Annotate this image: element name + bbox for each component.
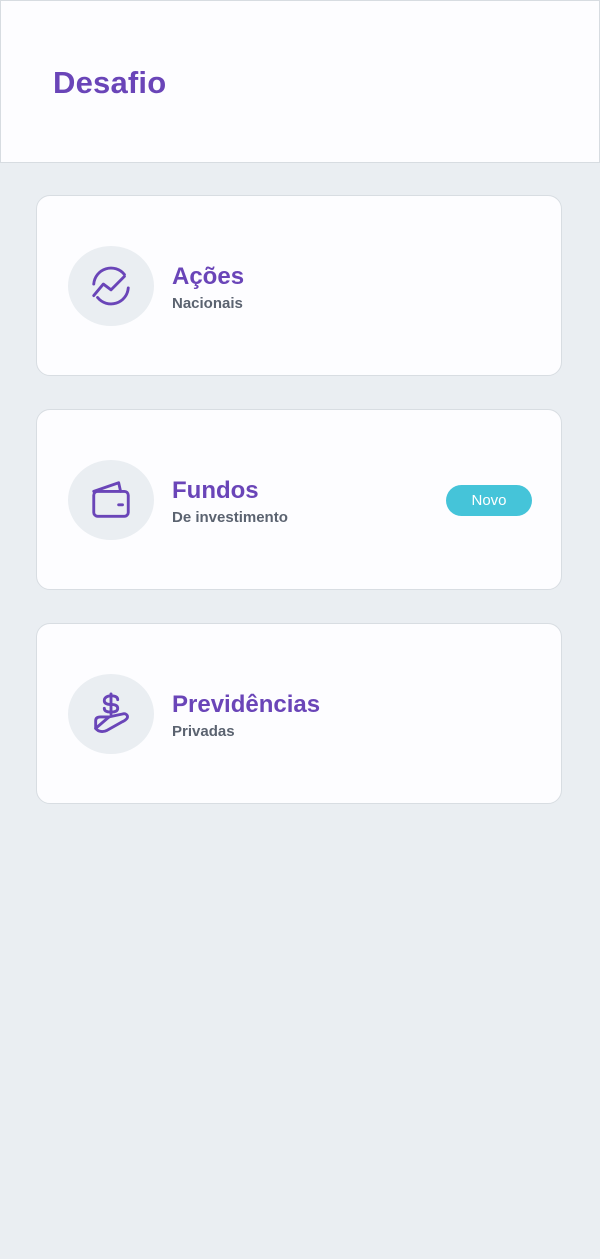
card-subtitle: Nacionais — [172, 295, 243, 312]
chart-circle-icon — [92, 266, 130, 306]
card-title: Ações — [172, 263, 245, 290]
page-title: Desafio — [53, 65, 167, 100]
icon-circle — [68, 246, 154, 326]
card-fundos[interactable]: Fundos De investimento Novo — [36, 409, 562, 590]
card-title: Previdências — [172, 691, 321, 718]
dollar-hand-icon — [94, 692, 129, 733]
card-subtitle: Privadas — [172, 723, 235, 740]
app-header: Desafio — [0, 0, 600, 163]
new-badge: Novo — [446, 485, 532, 516]
card-previdencias[interactable]: Previdências Privadas — [36, 623, 562, 804]
card-acoes[interactable]: Ações Nacionais — [36, 195, 562, 376]
card-title: Fundos — [172, 477, 259, 504]
icon-circle — [68, 460, 154, 540]
icon-circle — [68, 674, 154, 754]
wallet-icon — [92, 481, 130, 518]
card-subtitle: De investimento — [172, 509, 288, 526]
